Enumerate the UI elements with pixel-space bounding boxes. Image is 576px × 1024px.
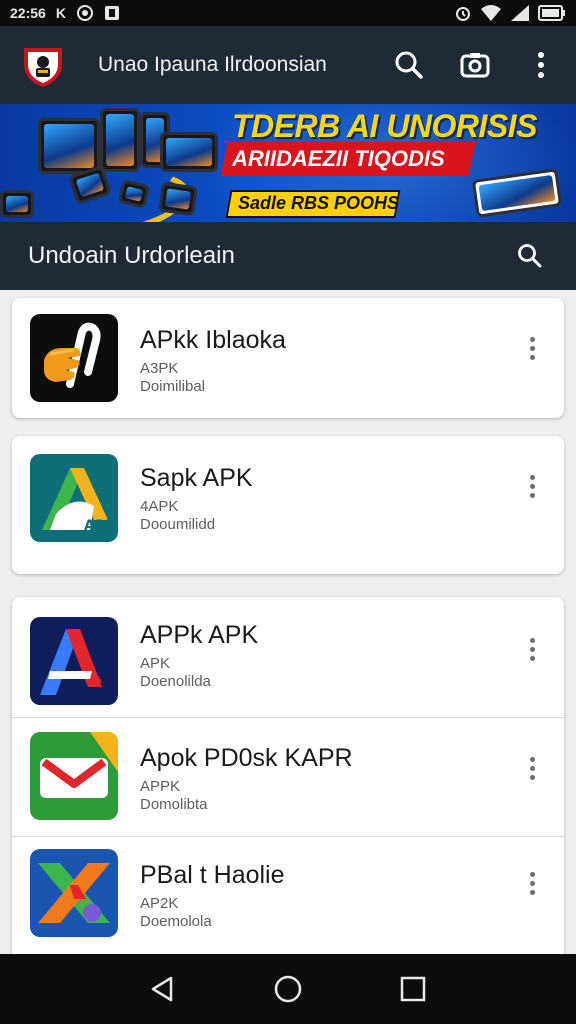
app-name: Sapk APK	[140, 464, 253, 492]
whatsapp-icon	[76, 4, 94, 22]
banner-tag: Sadle RBS POOHS	[238, 193, 400, 213]
app-card: APP Sapk APK 4APK Dooumilidd	[12, 436, 564, 574]
app-type: APPK	[140, 778, 181, 795]
more-vert-icon[interactable]	[518, 748, 546, 788]
search-button[interactable]	[386, 42, 432, 88]
a-triangle-logo-icon: APP	[30, 454, 118, 542]
system-nav-bar	[0, 954, 576, 1024]
envelope-logo-icon	[30, 732, 118, 820]
more-vert-icon[interactable]	[518, 629, 546, 669]
status-bar: 22:56 K	[0, 0, 576, 26]
banner-phone-image	[100, 108, 140, 172]
app-row[interactable]: APPk APK APK Doenolilda	[12, 597, 564, 717]
more-vert-icon[interactable]	[518, 466, 546, 506]
notification-icon	[104, 5, 120, 21]
app-name: Apok PD0sk KAPR	[140, 744, 353, 772]
app-name: PBal t Haolie	[140, 861, 285, 889]
alarm-icon	[454, 4, 472, 22]
app-type: APK	[140, 655, 171, 672]
app-logo-icon	[18, 40, 68, 90]
app-card: APPk APK APK Doenolilda Apok PD0sk KAPR …	[12, 597, 564, 954]
more-vert-icon[interactable]	[518, 328, 546, 368]
app-type: AP2K	[140, 895, 179, 912]
recents-button[interactable]	[388, 964, 438, 1014]
more-options-button[interactable]	[518, 42, 564, 88]
camera-icon	[460, 53, 490, 78]
signal-icon	[510, 4, 530, 22]
app-status: Domolibta	[140, 796, 208, 813]
more-vert-icon[interactable]	[518, 863, 546, 903]
a-letter-logo-icon	[30, 617, 118, 705]
app-status: Doemolola	[140, 913, 212, 930]
recents-icon	[401, 976, 426, 1002]
section-header: Undoain Urdorleain	[0, 222, 576, 290]
app-row[interactable]: Apok PD0sk KAPR APPK Domolibta	[12, 718, 564, 836]
hand-logo-icon	[30, 314, 118, 402]
back-button[interactable]	[138, 964, 188, 1014]
status-indicator: K	[55, 5, 66, 21]
promo-banner[interactable]: TDERB AI UNORISIS ARIIDAEZII TIQODIS Sad…	[0, 104, 576, 222]
app-type: 4APK	[140, 498, 179, 515]
app-bar: Unao Ipauna Ilrdoonsian	[0, 26, 576, 104]
status-time: 22:56	[10, 5, 46, 21]
app-type: A3PK	[140, 360, 179, 377]
app-card: APkk Iblaoka A3PK Doimilibal	[12, 298, 564, 418]
banner-phone-image	[158, 181, 198, 217]
app-row[interactable]: APP Sapk APK 4APK Dooumilidd	[12, 436, 564, 574]
search-icon	[395, 51, 423, 79]
banner-phone-image	[0, 190, 34, 218]
home-icon	[274, 975, 302, 1003]
wifi-icon	[480, 4, 502, 22]
banner-tablet-image	[160, 132, 218, 172]
section-title: Undoain Urdorleain	[28, 242, 235, 269]
app-name: APkk Iblaoka	[140, 326, 286, 354]
more-vert-icon	[538, 52, 544, 78]
back-icon	[151, 976, 172, 1002]
camera-button[interactable]	[452, 42, 498, 88]
banner-headline: TDERB AI UNORISIS	[232, 108, 538, 144]
app-row[interactable]: PBal t Haolie AP2K Doemolola	[12, 837, 564, 954]
app-row[interactable]: APkk Iblaoka A3PK Doimilibal	[12, 298, 564, 418]
search-icon	[518, 244, 542, 268]
svg-text:APP: APP	[84, 518, 115, 534]
battery-icon	[538, 4, 566, 22]
app-status: Dooumilidd	[140, 516, 216, 533]
section-search-button[interactable]	[510, 236, 550, 276]
app-status: Doenolilda	[140, 673, 211, 690]
x-shape-logo-icon	[30, 849, 118, 937]
app-title: Unao Ipauna Ilrdoonsian	[98, 53, 327, 76]
banner-subline: ARIIDAEZII TIQODIS	[232, 146, 445, 171]
app-status: Doimilibal	[140, 378, 206, 395]
app-name: APPk APK	[140, 621, 259, 649]
banner-tablet-image	[38, 118, 100, 174]
home-button[interactable]	[263, 964, 313, 1014]
